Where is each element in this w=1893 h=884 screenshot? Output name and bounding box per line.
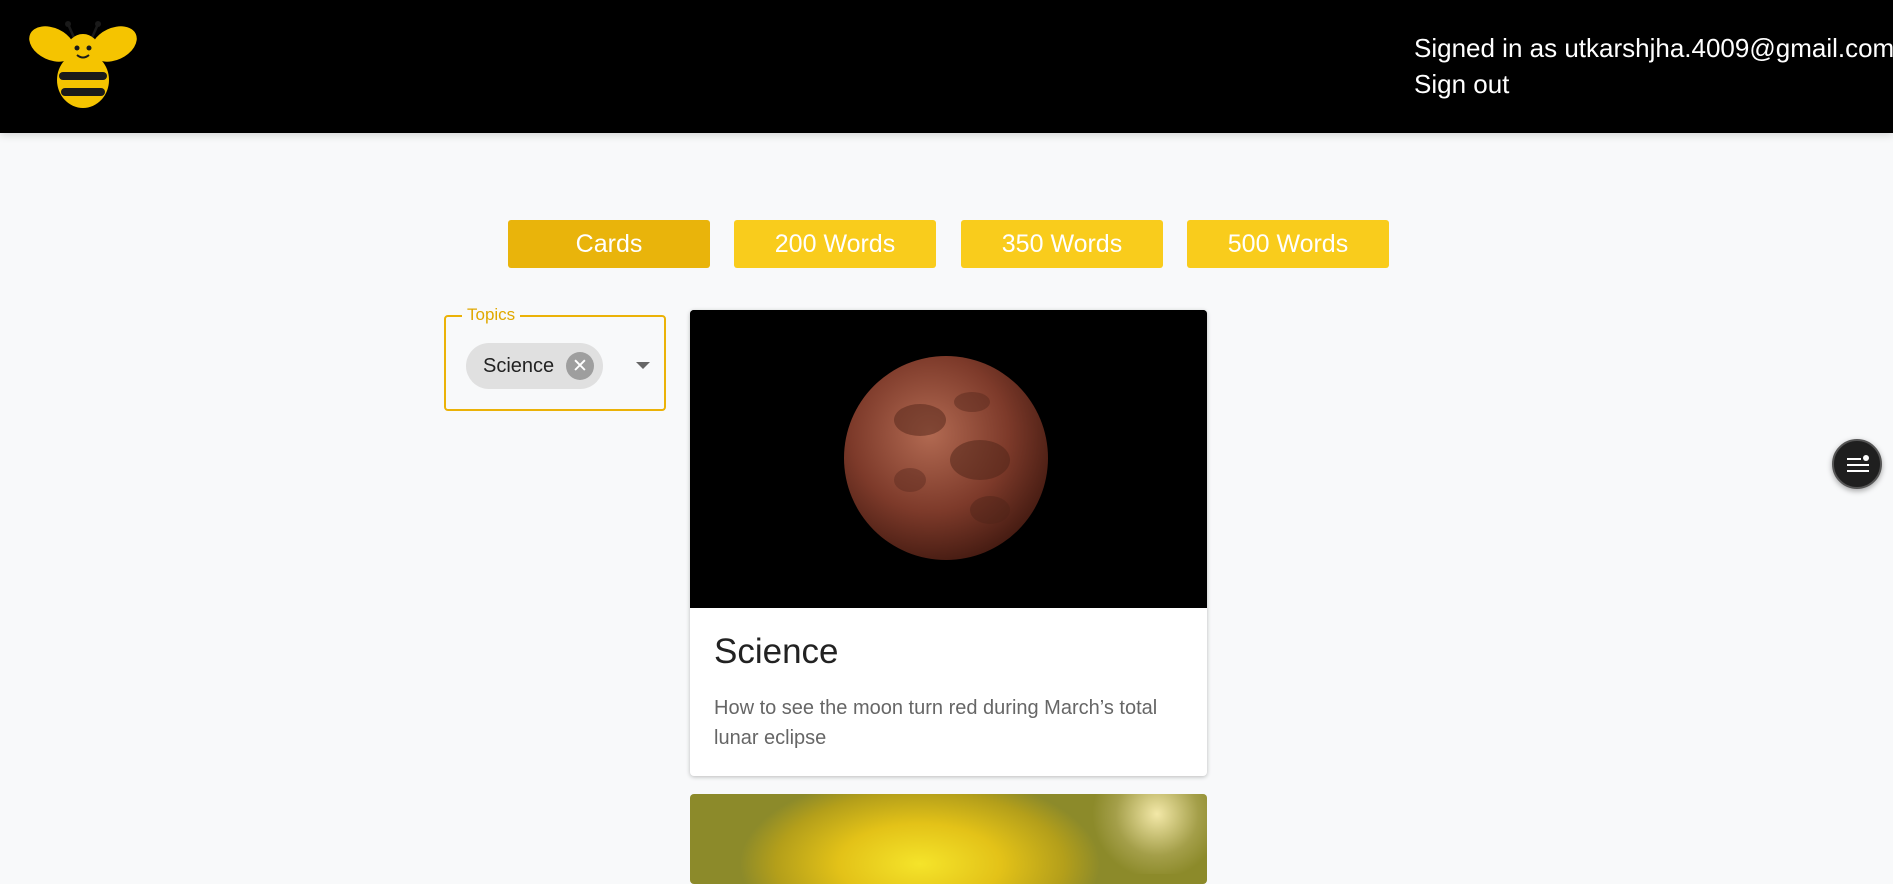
signed-in-text: Signed in as utkarshjha.4009@gmail.com (1414, 33, 1893, 63)
article-card[interactable]: Science How to see the moon turn red dur… (690, 310, 1207, 776)
topics-select[interactable]: Topics Science ✕ (444, 305, 666, 411)
card-image (690, 310, 1207, 608)
tab-cards[interactable]: Cards (508, 220, 710, 268)
tab-500-words[interactable]: 500 Words (1187, 220, 1389, 268)
card-description: How to see the moon turn red during Marc… (714, 697, 1158, 749)
bee-logo-icon[interactable] (28, 18, 138, 110)
filter-list-button[interactable] (1832, 439, 1882, 489)
tab-350-words[interactable]: 350 Words (961, 220, 1163, 268)
top-header: Signed in as utkarshjha.4009@gmail.com S… (0, 0, 1893, 133)
tab-200-words[interactable]: 200 Words (734, 220, 936, 268)
sign-out-link[interactable]: Sign out (1414, 66, 1893, 102)
topic-chip-label: Science (483, 354, 555, 377)
user-info: Signed in as utkarshjha.4009@gmail.com S… (1414, 30, 1893, 102)
caret-down-icon[interactable] (636, 362, 650, 369)
card-image-2 (1087, 794, 1207, 874)
close-circle-icon[interactable]: ✕ (566, 352, 594, 380)
filter-list-icon (1847, 455, 1869, 472)
article-card-2[interactable] (690, 794, 1207, 884)
topic-chip: Science ✕ (466, 343, 603, 389)
topics-label: Topics (462, 305, 521, 325)
card-title: Science (714, 632, 839, 671)
